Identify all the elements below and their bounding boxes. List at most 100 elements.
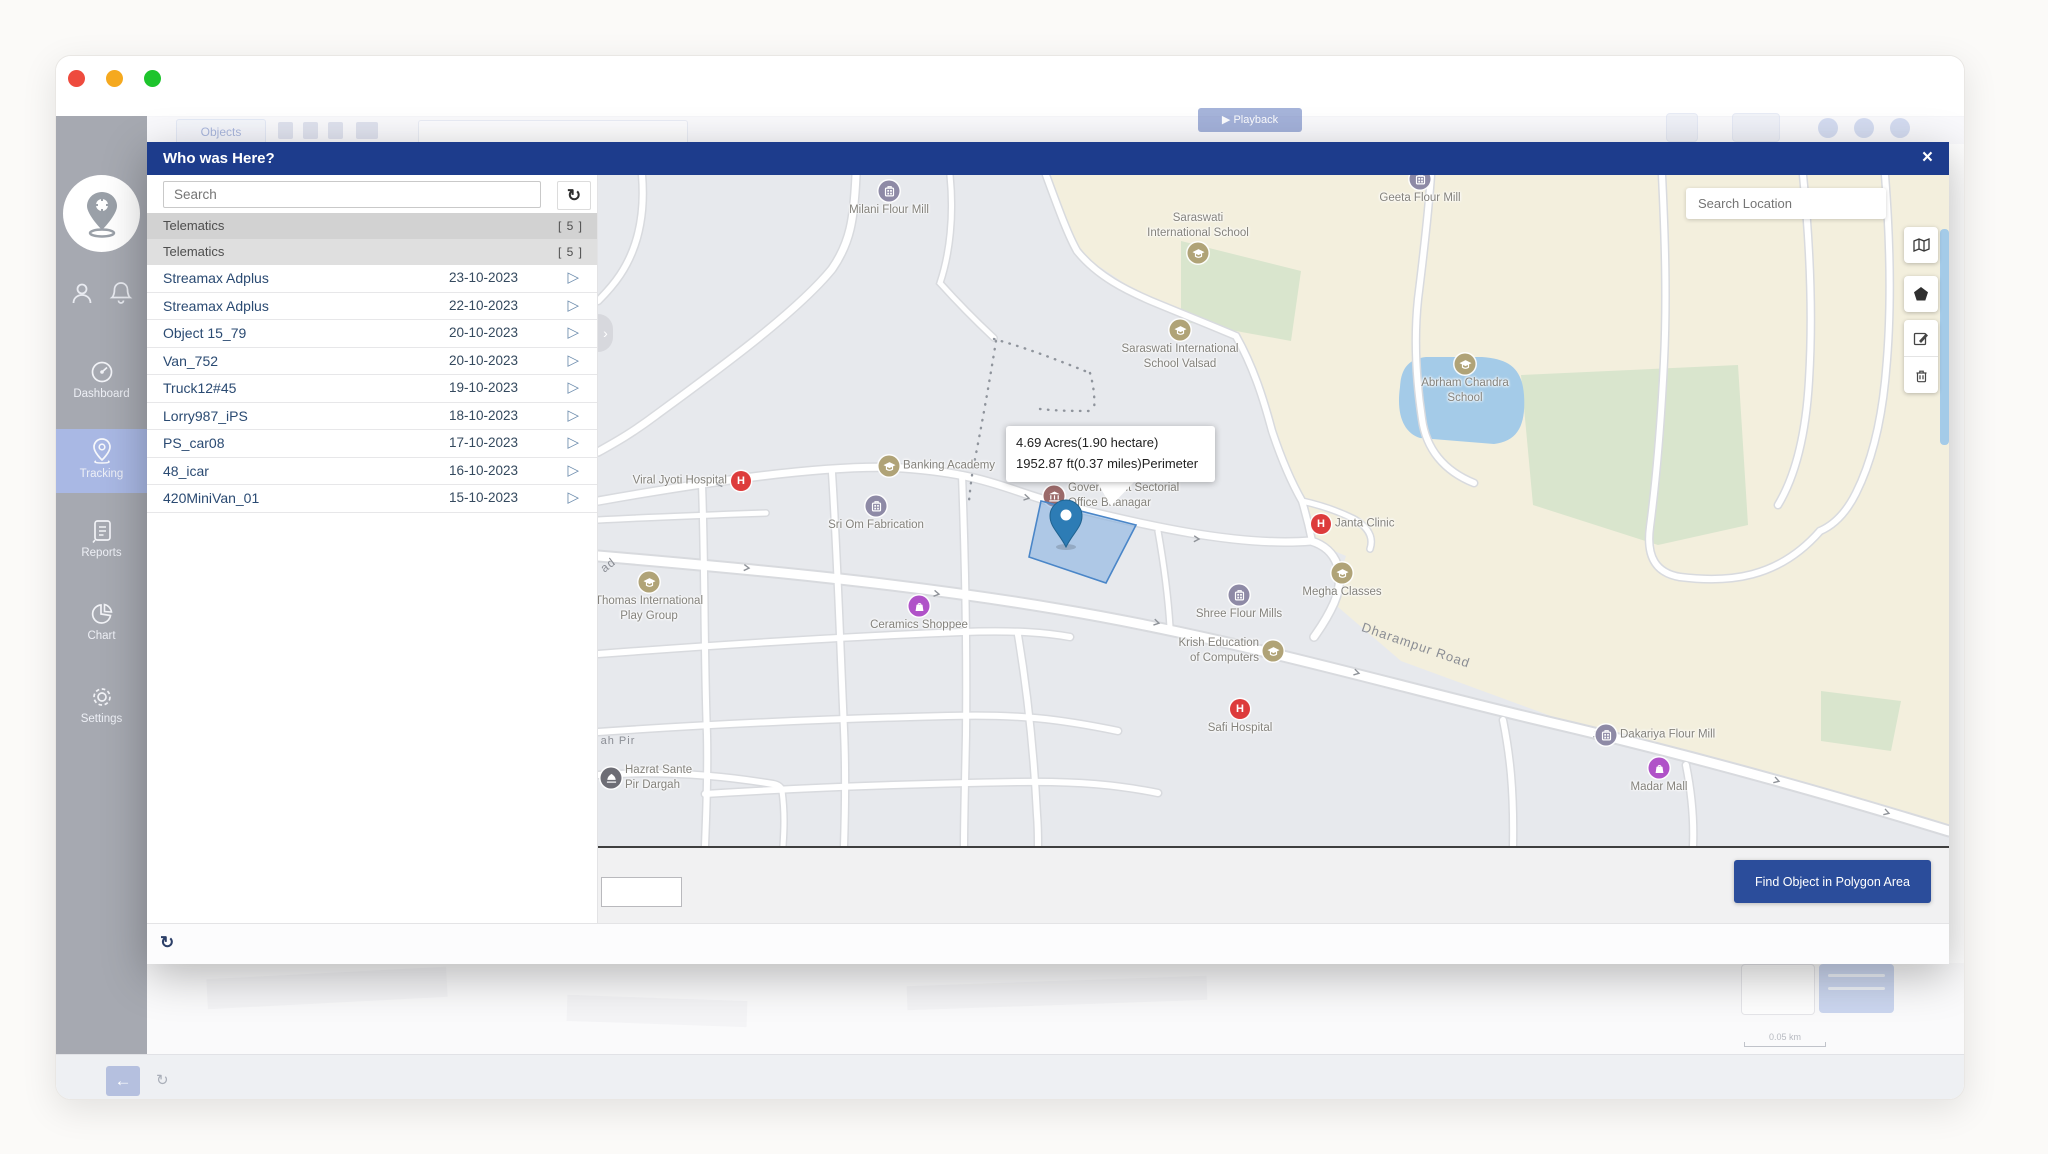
factory-icon xyxy=(1410,175,1431,190)
vehicle-row[interactable]: Van_752 20-10-2023 ▷ xyxy=(147,348,597,376)
refresh-icon[interactable]: ↻ xyxy=(156,1071,169,1089)
play-icon[interactable]: ▷ xyxy=(567,320,579,347)
polygon-icon xyxy=(1904,276,1938,312)
app-window: Objects ▶ Playback 0.05 km ← ↻ xyxy=(55,55,1965,1100)
road-label: ah Pir xyxy=(601,735,636,747)
vehicle-name: Van_752 xyxy=(163,348,218,375)
vehicle-date: 19-10-2023 xyxy=(449,375,518,402)
vehicle-date: 18-10-2023 xyxy=(449,403,518,430)
draw-polygon-button[interactable] xyxy=(1904,276,1938,312)
background-toolbar xyxy=(147,116,1964,144)
toolbar-button-faded xyxy=(1666,113,1698,142)
dashboard-icon xyxy=(89,359,115,385)
play-icon[interactable]: ▷ xyxy=(567,375,579,402)
close-window-icon[interactable] xyxy=(68,70,85,87)
sidebar-item-settings[interactable]: Settings xyxy=(56,676,147,736)
sidebar-item-chart[interactable]: Chart xyxy=(56,593,147,653)
play-icon[interactable]: ▷ xyxy=(567,348,579,375)
user-icon[interactable] xyxy=(69,280,95,306)
delete-shape-button[interactable] xyxy=(1904,356,1938,393)
footer-input[interactable] xyxy=(601,877,682,907)
play-icon[interactable]: ▷ xyxy=(567,403,579,430)
map-poi-label: Madar Mall xyxy=(1631,780,1688,795)
vehicle-row[interactable]: 48_icar 16-10-2023 ▷ xyxy=(147,458,597,486)
map-layers-button[interactable] xyxy=(1904,227,1938,263)
play-icon[interactable]: ▷ xyxy=(567,430,579,457)
map-canvas[interactable]: Milani Flour MillSaraswatiInternational … xyxy=(598,175,1949,848)
hospital-icon: H xyxy=(1230,699,1250,719)
find-object-button[interactable]: Find Object in Polygon Area xyxy=(1734,860,1931,903)
school-icon xyxy=(1170,320,1191,341)
sidebar-item-label: Tracking xyxy=(56,468,147,480)
sidebar-item-reports[interactable]: Reports xyxy=(56,510,147,570)
trash-icon xyxy=(1913,367,1930,384)
group-count: [ 5 ] xyxy=(558,213,583,239)
vehicle-row[interactable]: Truck12#45 19-10-2023 ▷ xyxy=(147,375,597,403)
vehicle-row[interactable]: PS_car08 17-10-2023 ▷ xyxy=(147,430,597,458)
bell-icon[interactable] xyxy=(108,280,134,306)
play-icon[interactable]: ▷ xyxy=(567,265,579,292)
play-icon[interactable]: ▷ xyxy=(567,458,579,485)
map-poi-label: Viral Jyoti Hospital xyxy=(633,474,727,489)
map-poi-label: Krish Educationof Computers xyxy=(1178,636,1259,666)
vehicle-panel: ↻ Telematics [ 5 ] Telematics [ 5 ] Stre… xyxy=(147,175,598,923)
school-icon xyxy=(1263,641,1284,662)
loading-refresh-icon[interactable]: ↻ xyxy=(160,933,174,953)
map-pois: Milani Flour MillSaraswatiInternational … xyxy=(598,175,1949,846)
map-footer: Find Object in Polygon Area xyxy=(598,848,1949,923)
close-icon[interactable]: × xyxy=(1922,142,1933,173)
background-content xyxy=(147,963,1964,1054)
play-icon[interactable]: ▷ xyxy=(567,485,579,512)
sidebar-item-label: Chart xyxy=(56,630,147,642)
map-poi-label: Geeta Flour Mill xyxy=(1379,191,1460,206)
sidebar: Dashboard Tracking Reports Chart xyxy=(56,116,147,1054)
vehicle-name: Object 15_79 xyxy=(163,320,246,347)
vehicle-name: Streamax Adplus xyxy=(163,293,269,320)
maximize-window-icon[interactable] xyxy=(144,70,161,87)
vehicle-list: Streamax Adplus 23-10-2023 ▷ Streamax Ad… xyxy=(147,265,597,513)
search-input[interactable] xyxy=(163,181,541,208)
vehicle-row[interactable]: Object 15_79 20-10-2023 ▷ xyxy=(147,320,597,348)
vehicle-date: 22-10-2023 xyxy=(449,293,518,320)
toolbar-icon-faded xyxy=(356,122,378,139)
group-row-telematics[interactable]: Telematics [ 5 ] xyxy=(147,213,597,239)
vehicle-row[interactable]: Lorry987_iPS 18-10-2023 ▷ xyxy=(147,403,597,431)
vehicle-name: 420MiniVan_01 xyxy=(163,485,259,512)
edit-shape-button[interactable] xyxy=(1904,320,1938,356)
sidebar-item-tracking[interactable]: Tracking xyxy=(56,429,147,493)
group-name: Telematics xyxy=(163,218,224,233)
modal-bottom-strip: ↻ xyxy=(147,923,1949,964)
map-poi-label: Dakariya Flour Mill xyxy=(1620,728,1715,743)
refresh-icon: ↻ xyxy=(567,186,581,206)
vehicle-name: Streamax Adplus xyxy=(163,265,269,292)
hospital-icon: H xyxy=(731,471,751,491)
map-poi-label: Ceramics Shoppee xyxy=(870,618,968,633)
vehicle-row[interactable]: 420MiniVan_01 15-10-2023 ▷ xyxy=(147,485,597,513)
vehicle-date: 20-10-2023 xyxy=(449,348,518,375)
vehicle-name: 48_icar xyxy=(163,458,209,485)
vehicle-name: Truck12#45 xyxy=(163,375,236,402)
map-poi-label: Hazrat SantePir Dargah xyxy=(625,763,692,793)
map-card-faded xyxy=(1741,964,1815,1015)
play-icon[interactable]: ▷ xyxy=(567,293,579,320)
chevron-right-icon: › xyxy=(603,325,608,341)
vehicle-row[interactable]: Streamax Adplus 23-10-2023 ▷ xyxy=(147,265,597,293)
vehicle-row[interactable]: Streamax Adplus 22-10-2023 ▷ xyxy=(147,293,597,321)
sidebar-item-dashboard[interactable]: Dashboard xyxy=(56,351,147,411)
app-logo xyxy=(63,175,140,252)
group-row-telematics[interactable]: Telematics [ 5 ] xyxy=(147,239,597,265)
back-button[interactable]: ← xyxy=(106,1066,140,1096)
vehicle-name: Lorry987_iPS xyxy=(163,403,248,430)
school-icon xyxy=(1455,354,1476,375)
map-poi-label: Janta Clinic xyxy=(1335,517,1394,532)
minimize-window-icon[interactable] xyxy=(106,70,123,87)
perimeter-value: 1952.87 ft(0.37 miles)Perimeter xyxy=(1016,454,1205,475)
map-poi-label: Saraswati InternationalSchool Valsad xyxy=(1122,342,1239,372)
group-count: [ 5 ] xyxy=(558,239,583,265)
school-icon xyxy=(879,456,900,477)
school-icon xyxy=(1332,563,1353,584)
refresh-button[interactable]: ↻ xyxy=(557,181,591,210)
map-search-input[interactable] xyxy=(1686,188,1886,219)
school-icon xyxy=(1188,243,1209,264)
school-icon xyxy=(639,572,660,593)
